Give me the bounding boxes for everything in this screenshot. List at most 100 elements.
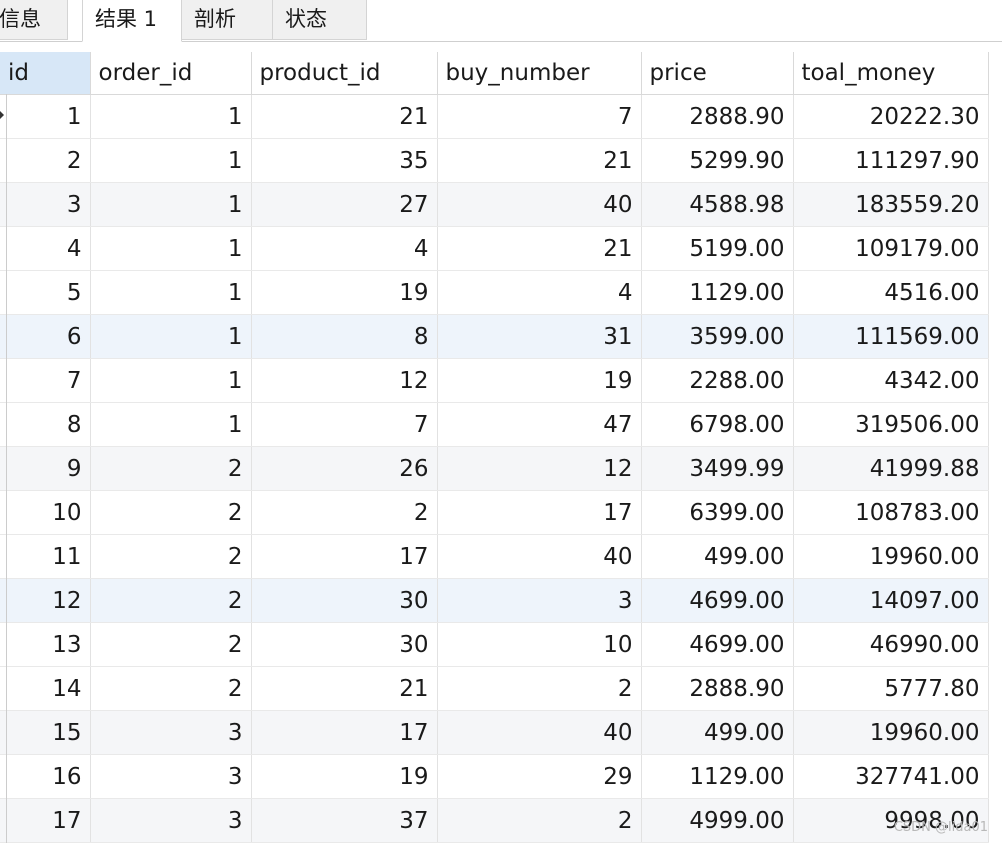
cell-id[interactable]: 7 [0,358,91,403]
column-header-toal-money[interactable]: toal_money [793,52,989,95]
cell-toal-money[interactable]: 108783.00 [793,490,989,535]
cell-price[interactable]: 1129.00 [641,754,794,799]
cell-buy-number[interactable]: 21 [437,138,642,183]
cell-buy-number[interactable]: 7 [437,94,642,139]
cell-id[interactable]: 5 [0,270,91,315]
tab-info[interactable]: 信息 [0,0,68,40]
cell-toal-money[interactable]: 41999.88 [793,446,989,491]
cell-order-id[interactable]: 1 [90,402,252,447]
cell-buy-number[interactable]: 31 [437,314,642,359]
cell-toal-money[interactable]: 4516.00 [793,270,989,315]
cell-toal-money[interactable]: 46990.00 [793,622,989,667]
cell-order-id[interactable]: 2 [90,622,252,667]
column-header-product-id[interactable]: product_id [251,52,438,95]
table-row[interactable]: 16 3 19 29 1129.00 327741.00 [0,754,989,799]
table-row[interactable]: 17 3 37 2 4999.00 9998.00 [0,798,989,843]
cell-buy-number[interactable]: 40 [437,710,642,755]
column-header-price[interactable]: price [641,52,794,95]
cell-order-id[interactable]: 1 [90,94,252,139]
cell-id[interactable]: 12 [0,578,91,623]
cell-buy-number[interactable]: 19 [437,358,642,403]
cell-buy-number[interactable]: 10 [437,622,642,667]
table-row[interactable]: 7 1 12 19 2288.00 4342.00 [0,358,989,403]
cell-product-id[interactable]: 4 [251,226,438,271]
column-header-buy-number[interactable]: buy_number [437,52,642,95]
cell-price[interactable]: 4588.98 [641,182,794,227]
row-selector-gutter[interactable] [0,94,7,843]
cell-id[interactable]: 17 [0,798,91,843]
cell-buy-number[interactable]: 2 [437,666,642,711]
table-row[interactable]: 9 2 26 12 3499.99 41999.88 [0,446,989,491]
cell-price[interactable]: 499.00 [641,710,794,755]
table-row[interactable]: 12 2 30 3 4699.00 14097.00 [0,578,989,623]
cell-product-id[interactable]: 35 [251,138,438,183]
cell-price[interactable]: 2888.90 [641,94,794,139]
cell-toal-money[interactable]: 19960.00 [793,534,989,579]
cell-toal-money[interactable]: 327741.00 [793,754,989,799]
cell-price[interactable]: 4699.00 [641,622,794,667]
cell-buy-number[interactable]: 21 [437,226,642,271]
cell-product-id[interactable]: 17 [251,710,438,755]
cell-buy-number[interactable]: 47 [437,402,642,447]
cell-id[interactable]: 9 [0,446,91,491]
cell-buy-number[interactable]: 3 [437,578,642,623]
cell-toal-money[interactable]: 111569.00 [793,314,989,359]
cell-id[interactable]: 6 [0,314,91,359]
cell-toal-money[interactable]: 5777.80 [793,666,989,711]
cell-product-id[interactable]: 19 [251,270,438,315]
cell-price[interactable]: 499.00 [641,534,794,579]
cell-price[interactable]: 4999.00 [641,798,794,843]
cell-product-id[interactable]: 27 [251,182,438,227]
cell-product-id[interactable]: 37 [251,798,438,843]
table-row[interactable]: 8 1 7 47 6798.00 319506.00 [0,402,989,447]
cell-product-id[interactable]: 21 [251,666,438,711]
cell-toal-money[interactable]: 4342.00 [793,358,989,403]
tab-result-1[interactable]: 结果 1 [82,0,182,42]
cell-id[interactable]: 16 [0,754,91,799]
cell-id[interactable]: 11 [0,534,91,579]
cell-order-id[interactable]: 1 [90,182,252,227]
column-header-order-id[interactable]: order_id [90,52,252,95]
cell-id[interactable]: 1 [0,94,91,139]
cell-toal-money[interactable]: 183559.20 [793,182,989,227]
cell-buy-number[interactable]: 17 [437,490,642,535]
cell-price[interactable]: 6399.00 [641,490,794,535]
cell-order-id[interactable]: 1 [90,358,252,403]
cell-id[interactable]: 4 [0,226,91,271]
cell-toal-money[interactable]: 20222.30 [793,94,989,139]
table-row[interactable]: 3 1 27 40 4588.98 183559.20 [0,182,989,227]
table-row[interactable]: 13 2 30 10 4699.00 46990.00 [0,622,989,667]
cell-id[interactable]: 15 [0,710,91,755]
table-row[interactable]: 15 3 17 40 499.00 19960.00 [0,710,989,755]
tab-status[interactable]: 状态 [272,0,367,40]
cell-product-id[interactable]: 21 [251,94,438,139]
cell-price[interactable]: 5199.00 [641,226,794,271]
cell-product-id[interactable]: 12 [251,358,438,403]
table-row[interactable]: 1 1 21 7 2888.90 20222.30 [0,94,989,139]
cell-product-id[interactable]: 30 [251,622,438,667]
cell-id[interactable]: 14 [0,666,91,711]
cell-price[interactable]: 5299.90 [641,138,794,183]
cell-price[interactable]: 2288.00 [641,358,794,403]
cell-order-id[interactable]: 1 [90,270,252,315]
cell-order-id[interactable]: 3 [90,798,252,843]
cell-toal-money[interactable]: 14097.00 [793,578,989,623]
cell-toal-money[interactable]: 319506.00 [793,402,989,447]
cell-order-id[interactable]: 3 [90,710,252,755]
cell-price[interactable]: 2888.90 [641,666,794,711]
cell-order-id[interactable]: 1 [90,226,252,271]
cell-buy-number[interactable]: 12 [437,446,642,491]
cell-price[interactable]: 4699.00 [641,578,794,623]
cell-price[interactable]: 3599.00 [641,314,794,359]
table-row[interactable]: 5 1 19 4 1129.00 4516.00 [0,270,989,315]
table-row[interactable]: 14 2 21 2 2888.90 5777.80 [0,666,989,711]
cell-order-id[interactable]: 2 [90,534,252,579]
cell-product-id[interactable]: 2 [251,490,438,535]
cell-product-id[interactable]: 26 [251,446,438,491]
table-row[interactable]: 6 1 8 31 3599.00 111569.00 [0,314,989,359]
cell-price[interactable]: 6798.00 [641,402,794,447]
cell-toal-money[interactable]: 19960.00 [793,710,989,755]
cell-buy-number[interactable]: 2 [437,798,642,843]
cell-product-id[interactable]: 8 [251,314,438,359]
cell-id[interactable]: 13 [0,622,91,667]
